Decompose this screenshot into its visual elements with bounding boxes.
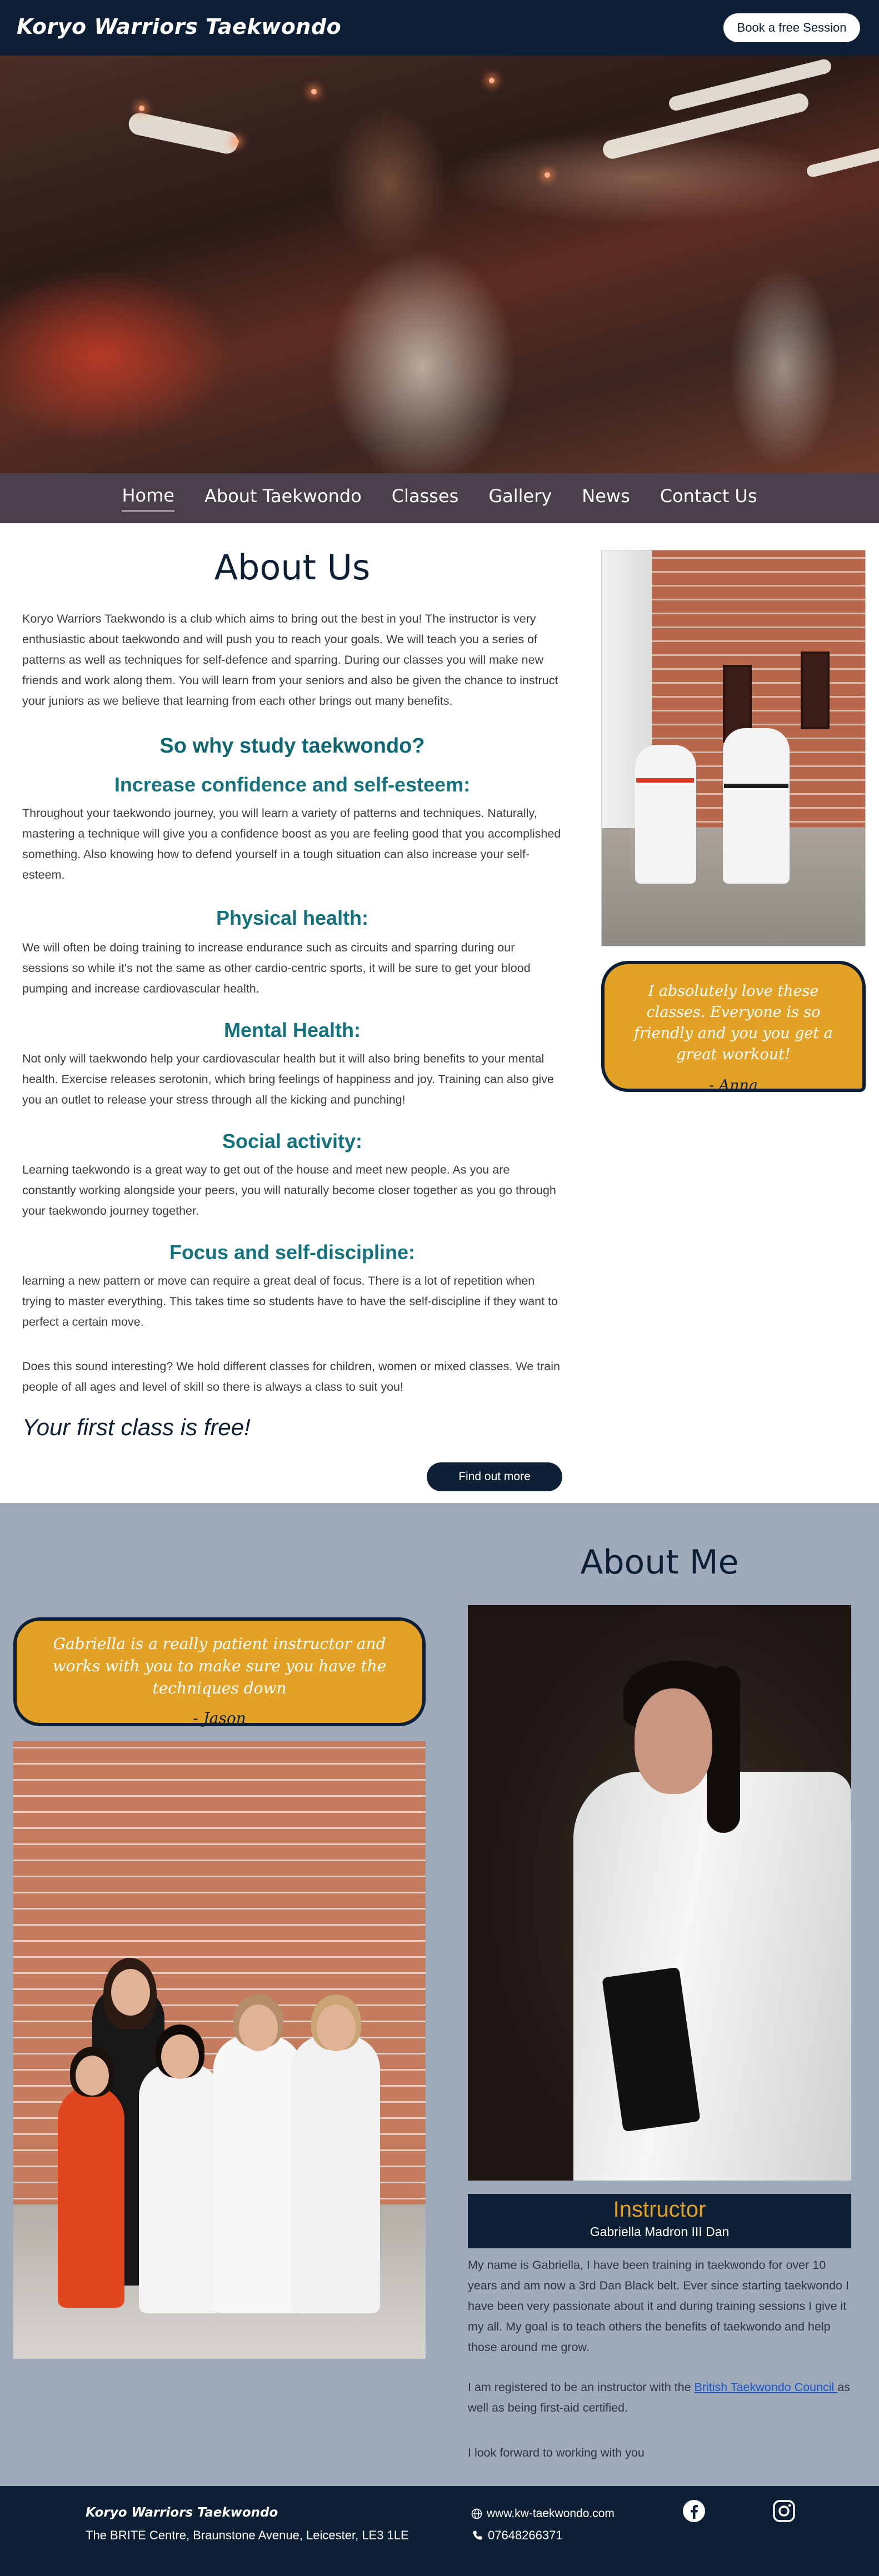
main-navigation: Home About Taekwondo Classes Gallery New… <box>0 473 879 523</box>
free-class-tagline: Your first class is free! <box>22 1414 251 1440</box>
instructor-registration: I am registered to be an instructor with… <box>468 2377 851 2418</box>
hero-image <box>0 56 879 473</box>
section-text-confidence: Throughout your taekwondo journey, you w… <box>22 806 561 881</box>
testimonial-jason-quote: Gabriella is a really patient instructor… <box>52 1635 387 1697</box>
footer-website-link[interactable]: www.kw-taekwondo.com <box>471 2507 615 2520</box>
section-text-focus: learning a new pattern or move can requi… <box>22 1274 558 1329</box>
testimonial-jason: Gabriella is a really patient instructor… <box>13 1617 426 1727</box>
testimonial-anna: I absolutely love these classes. Everyon… <box>601 961 866 1094</box>
section-heading-focus: Focus and self-discipline: <box>169 1241 416 1264</box>
section-heading-confidence: Increase confidence and self-esteem: <box>114 773 471 796</box>
section-text-physical: We will often be doing training to incre… <box>22 941 531 995</box>
group-students-photo <box>13 1741 426 2359</box>
facebook-icon[interactable] <box>682 2499 706 2523</box>
instructor-photo <box>468 1605 851 2181</box>
nav-gallery[interactable]: Gallery <box>488 485 552 511</box>
testimonial-jason-author: - Jason <box>193 1709 246 1727</box>
book-free-session-button[interactable]: Book a free Session <box>723 13 860 42</box>
about-me-heading: About Me <box>580 1543 739 1582</box>
instructor-closing: I look forward to working with you <box>468 2446 645 2459</box>
section-heading-physical: Physical health: <box>216 906 369 929</box>
about-us-heading: About Us <box>214 547 371 588</box>
find-out-more-button[interactable]: Find out more <box>427 1462 562 1491</box>
footer-phone-link[interactable]: 07648266371 <box>472 2528 563 2543</box>
instagram-icon[interactable] <box>772 2499 796 2523</box>
why-study-heading: So why study taekwondo? <box>159 734 425 758</box>
nav-contact-us[interactable]: Contact Us <box>660 485 757 511</box>
footer-phone-text: 07648266371 <box>488 2528 563 2542</box>
section-heading-social: Social activity: <box>222 1130 363 1152</box>
top-header: Koryo Warriors Taekwondo Book a free Ses… <box>0 0 879 56</box>
about-intro-text: Koryo Warriors Taekwondo is a club which… <box>22 612 558 708</box>
registration-text-start: I am registered to be an instructor with… <box>468 2380 695 2394</box>
site-footer: Koryo Warriors Taekwondo The BRITE Centr… <box>0 2486 879 2576</box>
brand-logo-text[interactable]: Koryo Warriors Taekwondo <box>17 14 341 39</box>
nav-home[interactable]: Home <box>122 485 174 512</box>
phone-icon <box>473 2530 482 2540</box>
section-heading-mental: Mental Health: <box>223 1019 361 1041</box>
instructor-role: Instructor <box>613 2197 706 2222</box>
footer-address: The BRITE Centre, Braunstone Avenue, Lei… <box>86 2528 409 2542</box>
instructor-name: Gabriella Madron III Dan <box>590 2224 730 2239</box>
testimonial-anna-quote: I absolutely love these classes. Everyon… <box>634 983 833 1063</box>
british-taekwondo-council-link[interactable]: British Taekwondo Council <box>695 2380 838 2394</box>
students-bowing-photo <box>601 550 866 946</box>
instructor-bio: My name is Gabriella, I have been traini… <box>468 2258 849 2354</box>
footer-website-text: www.kw-taekwondo.com <box>487 2507 615 2520</box>
testimonial-anna-author: - Anna <box>708 1077 758 1094</box>
nav-about-taekwondo[interactable]: About Taekwondo <box>204 485 362 511</box>
footer-brand: Koryo Warriors Taekwondo <box>86 2505 278 2520</box>
about-closing-text: Does this sound interesting? We hold dif… <box>22 1360 560 1394</box>
nav-news[interactable]: News <box>582 485 630 511</box>
globe-icon <box>471 2508 482 2519</box>
instructor-caption: Instructor Gabriella Madron III Dan <box>468 2194 851 2248</box>
section-text-social: Learning taekwondo is a great way to get… <box>22 1163 556 1217</box>
nav-classes[interactable]: Classes <box>392 485 459 511</box>
section-text-mental: Not only will taekwondo help your cardio… <box>22 1052 554 1106</box>
